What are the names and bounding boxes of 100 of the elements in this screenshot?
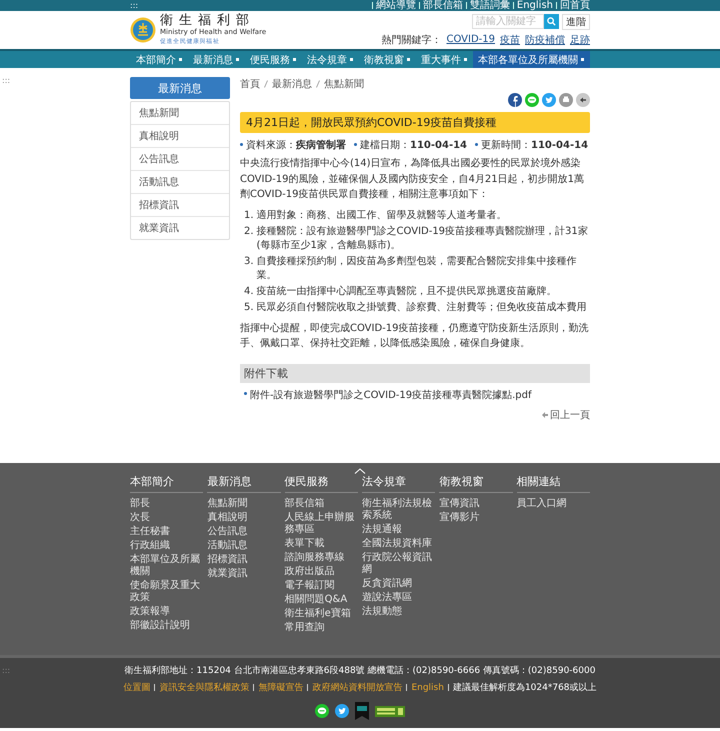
- footer-link[interactable]: 衛生福利法規檢索系統: [362, 498, 436, 522]
- attachments-heading: 附件下載: [240, 364, 590, 382]
- footer-link[interactable]: 法規通報: [362, 524, 436, 536]
- hot-keywords-label: 熱門關鍵字：: [381, 34, 442, 46]
- sidebar-item[interactable]: 就業資訊: [131, 216, 229, 239]
- caret-icon: [293, 58, 297, 62]
- accessibility-badge-icon[interactable]: [375, 706, 405, 716]
- list-item: 3. 自費接種採預約制，因疫苗為多劑型包裝，需要配合醫院安排集中接種作業。: [244, 254, 578, 282]
- footer-link[interactable]: 使命願景及重大政策: [130, 580, 204, 604]
- advanced-search-button[interactable]: 進階: [562, 14, 590, 30]
- nav-item[interactable]: 法令規章: [302, 51, 359, 68]
- footer-link[interactable]: 宣傳影片: [439, 512, 513, 524]
- footer-link[interactable]: 行政院公報資訊網: [362, 552, 436, 576]
- article-title: 4月21日起，開放民眾預約COVID-19疫苗自費接種: [240, 112, 590, 133]
- footer-heading: 法令規章: [362, 474, 436, 493]
- caret-icon: [581, 58, 585, 62]
- caret-icon: [350, 58, 354, 62]
- footer-link[interactable]: 政府網站資料開放宣告: [312, 681, 402, 694]
- footer-link[interactable]: 電子報訂閱: [284, 580, 358, 592]
- footer-link[interactable]: 諮詢服務專線: [284, 552, 358, 564]
- footer-link[interactable]: 公告訊息: [207, 526, 281, 538]
- resolution-note: 建議最佳解析度為1024*768或以上: [452, 682, 597, 694]
- article-meta: 資料來源：疾病管制署: [240, 138, 346, 152]
- footer-link[interactable]: 主任秘書: [130, 526, 204, 538]
- footer-link[interactable]: 焦點新聞: [207, 498, 281, 510]
- search-field[interactable]: 請輸入關鍵字: [472, 14, 544, 29]
- footer-link[interactable]: 招標資訊: [207, 554, 281, 566]
- sidebar-title: 最新消息: [130, 77, 230, 99]
- footer-link[interactable]: 法規動態: [362, 606, 436, 618]
- footer-link[interactable]: 全國法規資料庫: [362, 538, 436, 550]
- footer-link[interactable]: 相關問題Q&A: [284, 594, 358, 606]
- keyword-link[interactable]: 足跡: [570, 32, 590, 46]
- site-title: 衛生福利部: [160, 14, 256, 28]
- footer-link[interactable]: 位置圖: [123, 681, 150, 694]
- keyword-link[interactable]: 防疫補償: [525, 32, 565, 46]
- footer-link[interactable]: 行政組織: [130, 540, 204, 552]
- gov-badge-icon[interactable]: [355, 702, 369, 720]
- nav-item[interactable]: 便民服務: [245, 51, 302, 68]
- footer-link[interactable]: 資訊安全與隱私權政策: [159, 681, 250, 694]
- sidebar-item[interactable]: 公告訊息: [131, 147, 229, 170]
- footer-link[interactable]: 政府出版品: [284, 566, 358, 578]
- footer-link[interactable]: 部徽設計說明: [130, 620, 204, 632]
- sidebar-item[interactable]: 招標資訊: [131, 193, 229, 216]
- footer-link[interactable]: English: [411, 682, 444, 692]
- keyword-link[interactable]: COVID-19: [446, 34, 495, 45]
- nav-item[interactable]: 本部各單位及所屬機關: [473, 51, 590, 68]
- accesskey-mark[interactable]: :::: [0, 72, 12, 89]
- footer-link[interactable]: 反貪資訊網: [362, 578, 436, 590]
- keyword-link[interactable]: 疫苗: [500, 32, 520, 46]
- sidebar-item[interactable]: 真相說明: [131, 124, 229, 147]
- slash-icon: [316, 80, 320, 88]
- facebook-icon[interactable]: [508, 93, 522, 107]
- top-link[interactable]: English: [516, 0, 553, 11]
- sidebar-item[interactable]: 活動訊息: [131, 170, 229, 193]
- top-link[interactable]: 雙語詞彙: [470, 0, 510, 11]
- attachment-link[interactable]: 附件-設有旅遊醫學門診之COVID-19疫苗接種專責醫院據點.pdf: [244, 388, 590, 402]
- nav-item[interactable]: 衛教視窗: [359, 51, 416, 68]
- sidebar-item[interactable]: 焦點新聞: [131, 102, 229, 124]
- list-item: 2. 接種醫院：設有旅遊醫學門診之COVID-19疫苗接種專責醫院辦理，計31家(每縣市至少1家，含離島縣市)。: [244, 224, 589, 252]
- footer-link[interactable]: 表單下載: [284, 538, 358, 550]
- breadcrumb-link[interactable]: 焦點新聞: [324, 77, 364, 91]
- breadcrumb-link[interactable]: 首頁: [240, 77, 260, 91]
- nav-item[interactable]: 重大事件: [416, 51, 473, 68]
- back-arrow-icon: [542, 412, 548, 418]
- footer-link[interactable]: 員工入口網: [516, 498, 590, 510]
- search-icon: [547, 17, 556, 26]
- footer-link[interactable]: 政策報導: [130, 606, 204, 618]
- footer-heading: 相關連結: [516, 474, 590, 493]
- list-item: 1. 適用對象：商務、出國工作、留學及就醫等人道考量者。: [244, 208, 508, 222]
- footer-link[interactable]: 人民線上申辦服務專區: [284, 512, 358, 536]
- footer-link[interactable]: 常用查詢: [284, 622, 358, 634]
- top-link[interactable]: 回首頁: [560, 0, 590, 11]
- twitter-icon[interactable]: [335, 704, 349, 718]
- footer-link[interactable]: 就業資訊: [207, 568, 281, 580]
- nav-item[interactable]: 最新消息: [188, 51, 245, 68]
- footer-link[interactable]: 本部單位及所屬機關: [130, 554, 204, 578]
- footer-link[interactable]: 部長信箱: [284, 498, 358, 510]
- accesskey-mark[interactable]: :::: [130, 2, 138, 10]
- back-link[interactable]: 回上一頁: [240, 408, 590, 422]
- footer-link[interactable]: 真相說明: [207, 512, 281, 524]
- footer-link[interactable]: 衛生福利e寶箱: [284, 608, 358, 620]
- caret-icon: [464, 58, 468, 62]
- footer-link[interactable]: 部長: [130, 498, 204, 510]
- footer-link[interactable]: 次長: [130, 512, 204, 524]
- back-icon[interactable]: [576, 93, 590, 107]
- footer-heading: 最新消息: [207, 474, 281, 493]
- footer-link[interactable]: 宣傳資訊: [439, 498, 513, 510]
- ministry-logo-icon[interactable]: [130, 17, 156, 43]
- footer-heading: 衛教視窗: [439, 474, 513, 493]
- footer-link[interactable]: 活動訊息: [207, 540, 281, 552]
- search-button[interactable]: [544, 14, 559, 29]
- breadcrumb-link[interactable]: 最新消息: [272, 77, 312, 91]
- nav-item[interactable]: 本部簡介: [131, 51, 188, 68]
- footer-link[interactable]: 無障礙宣告: [258, 681, 304, 694]
- footer-heading: 本部簡介: [130, 474, 204, 493]
- caret-icon: [407, 58, 411, 62]
- article-paragraph: 中央流行疫情指揮中心今(14)日宣布，為降低具出國必要性的民眾於境外感染COVID-19的風險，並確保個人及國內防疫安全，自4月21日起，初步開放1萬劑COVID-19疫苗供民眾自費接種，相關注意事項如下：: [240, 156, 585, 202]
- article-meta: 建檔日期：110-04-14: [354, 138, 468, 152]
- scroll-up-icon[interactable]: [354, 468, 366, 474]
- footer-link[interactable]: 遊說法專區: [362, 592, 436, 604]
